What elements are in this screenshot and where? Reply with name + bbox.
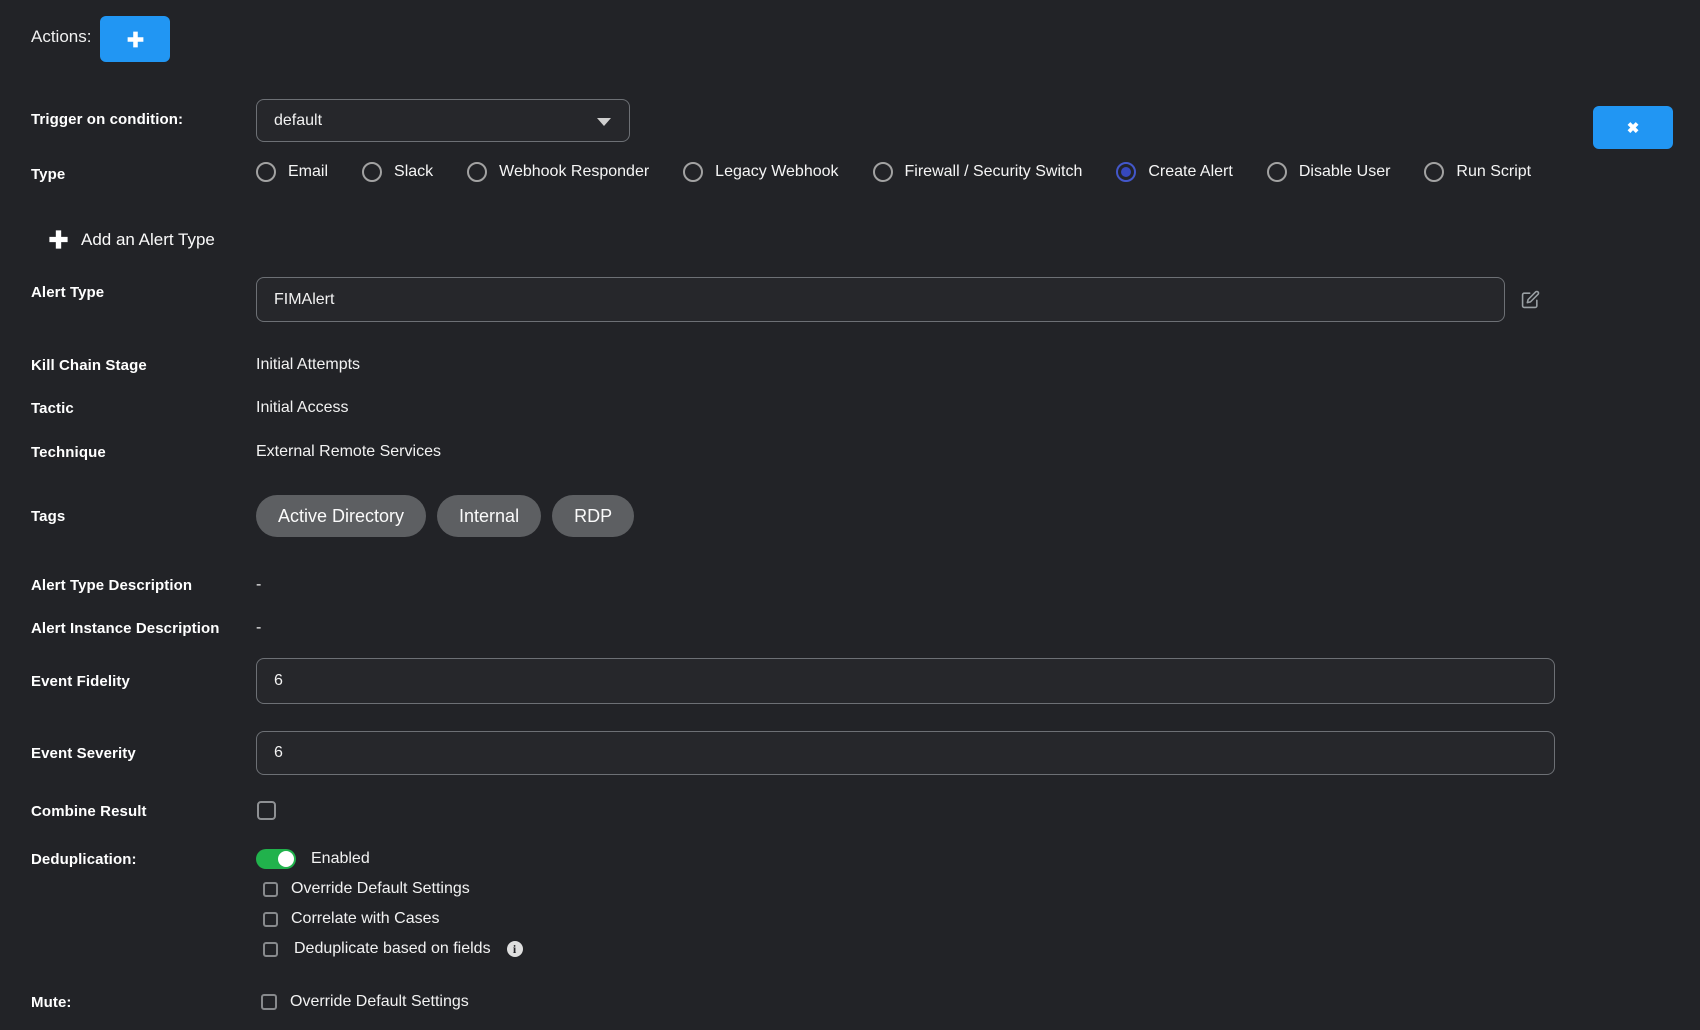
technique-value: External Remote Services (256, 443, 441, 461)
alert-type-description-label: Alert Type Description (31, 577, 192, 594)
correlate-with-cases-row: Correlate with Cases (263, 910, 440, 928)
plus-icon (125, 29, 146, 50)
radio-option-firewall-security-switch[interactable]: Firewall / Security Switch (873, 162, 1083, 182)
radio-option-disable-user[interactable]: Disable User (1267, 162, 1391, 182)
correlate-with-cases-checkbox[interactable] (263, 912, 278, 927)
x-icon: ✖ (1627, 119, 1640, 137)
mute-label: Mute: (31, 994, 72, 1011)
tags-label: Tags (31, 508, 65, 525)
alert-type-input[interactable] (256, 277, 1505, 322)
radio-circle (683, 162, 703, 182)
actions-label: Actions: (31, 27, 91, 47)
deduplicate-based-on-fields-checkbox[interactable] (263, 942, 278, 957)
chevron-down-icon (597, 118, 611, 126)
radio-circle (256, 162, 276, 182)
radio-option-legacy-webhook[interactable]: Legacy Webhook (683, 162, 838, 182)
action-type-radio-group: Email Slack Webhook Responder Legacy Web… (256, 162, 1531, 182)
radio-option-webhook-responder[interactable]: Webhook Responder (467, 162, 649, 182)
tag-pill-rdp[interactable]: RDP (552, 495, 634, 537)
override-default-settings-checkbox[interactable] (263, 882, 278, 897)
radio-option-run-script[interactable]: Run Script (1424, 162, 1531, 182)
mute-override-row: Override Default Settings (261, 993, 469, 1011)
event-severity-input[interactable] (256, 731, 1555, 775)
alert-type-description-value: - (256, 576, 261, 594)
correlate-with-cases-label: Correlate with Cases (291, 910, 440, 928)
add-alert-type-link[interactable]: Add an Alert Type (47, 228, 215, 251)
type-label: Type (31, 166, 65, 183)
tactic-value: Initial Access (256, 399, 348, 417)
event-severity-label: Event Severity (31, 745, 136, 762)
mute-override-label: Override Default Settings (290, 993, 469, 1011)
deduplication-toggle-row: Enabled (256, 849, 370, 869)
radio-circle (1424, 162, 1444, 182)
alert-type-label: Alert Type (31, 284, 104, 301)
tag-pill-active-directory[interactable]: Active Directory (256, 495, 426, 537)
alert-instance-description-label: Alert Instance Description (31, 620, 219, 637)
radio-option-email[interactable]: Email (256, 162, 328, 182)
override-default-settings-label: Override Default Settings (291, 880, 470, 898)
deduplication-label: Deduplication: (31, 851, 137, 868)
deduplication-toggle[interactable] (256, 849, 296, 869)
event-fidelity-label: Event Fidelity (31, 673, 130, 690)
alert-instance-description-value: - (256, 619, 261, 637)
mute-override-checkbox[interactable] (261, 994, 277, 1010)
radio-circle-selected (1116, 162, 1136, 182)
radio-circle (467, 162, 487, 182)
add-alert-type-label: Add an Alert Type (81, 230, 215, 250)
tactic-label: Tactic (31, 400, 74, 417)
add-action-button[interactable] (100, 16, 170, 62)
deduplicate-based-on-fields-row: Deduplicate based on fields i (263, 940, 523, 958)
radio-circle (362, 162, 382, 182)
pencil-square-icon[interactable] (1521, 290, 1540, 309)
dedup-override-row: Override Default Settings (263, 880, 470, 898)
deduplicate-based-on-fields-label: Deduplicate based on fields (294, 940, 491, 958)
plus-icon (47, 228, 70, 251)
trigger-condition-dropdown[interactable]: default (256, 99, 630, 142)
tags-list: Active Directory Internal RDP (256, 495, 634, 537)
radio-option-slack[interactable]: Slack (362, 162, 433, 182)
technique-label: Technique (31, 444, 106, 461)
kill-chain-stage-value: Initial Attempts (256, 356, 360, 374)
trigger-condition-selected-value: default (257, 112, 322, 130)
radio-circle (1267, 162, 1287, 182)
combine-result-label: Combine Result (31, 803, 147, 820)
tag-pill-internal[interactable]: Internal (437, 495, 541, 537)
radio-circle (873, 162, 893, 182)
radio-option-create-alert[interactable]: Create Alert (1116, 162, 1232, 182)
remove-action-button[interactable]: ✖ (1593, 106, 1673, 149)
event-fidelity-input[interactable] (256, 658, 1555, 704)
combine-result-checkbox[interactable] (257, 801, 276, 820)
kill-chain-stage-label: Kill Chain Stage (31, 357, 147, 374)
alert-action-config-panel: Actions: Trigger on condition: default ✖… (0, 0, 1700, 1030)
info-icon[interactable]: i (507, 941, 523, 957)
deduplication-toggle-label: Enabled (311, 850, 370, 868)
trigger-on-condition-label: Trigger on condition: (31, 111, 183, 128)
